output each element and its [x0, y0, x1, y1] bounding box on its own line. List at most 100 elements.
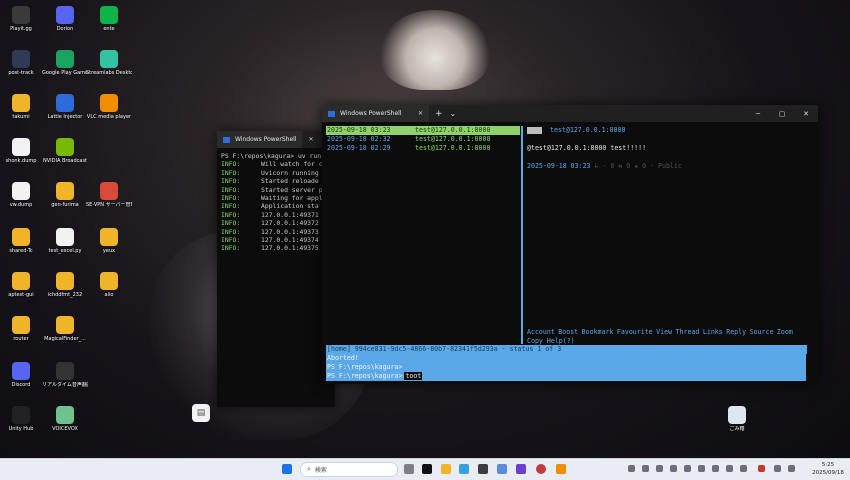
- desktop-icon[interactable]: vw.dump: [0, 182, 44, 208]
- app-taskbar-icon[interactable]: [497, 464, 507, 474]
- desktop-icon[interactable]: Discord: [0, 362, 44, 388]
- search-box[interactable]: ⌕ 検索: [300, 462, 398, 477]
- line-prefix: INFO:: [221, 219, 241, 228]
- close-tab-icon[interactable]: ✕: [418, 110, 423, 117]
- tray-icon[interactable]: [628, 465, 635, 472]
- tray-icon[interactable]: [712, 465, 719, 472]
- desktop-icon[interactable]: SE-VPN サーバー管理 (ツール): [86, 182, 132, 208]
- tab-powershell[interactable]: Windows PowerShell: [217, 131, 303, 148]
- close-button[interactable]: ✕: [794, 105, 818, 122]
- menu-item-links[interactable]: Links: [703, 328, 723, 336]
- command-line[interactable]: PS F:\repos\kagura> toot: [326, 372, 806, 381]
- pane-divider[interactable]: [521, 126, 523, 344]
- desktop-icon[interactable]: Dorion: [42, 6, 88, 32]
- title-bar[interactable]: Windows PowerShell ✕: [217, 131, 335, 148]
- desktop-icon-label: Lattie Injector: [47, 114, 83, 120]
- desktop-icon[interactable]: ごみ箱: [714, 406, 760, 432]
- file-icon: [12, 182, 30, 200]
- desktop-icon[interactable]: yeux: [86, 228, 132, 254]
- menu-item-reply[interactable]: Reply: [726, 328, 746, 336]
- minimize-button[interactable]: ─: [746, 105, 770, 122]
- app-taskbar-icon[interactable]: [516, 464, 526, 474]
- desktop-icon[interactable]: shonk.dump: [0, 138, 44, 164]
- shell-area[interactable]: Aborted! PS F:\repos\kagura> PS F:\repos…: [326, 354, 806, 381]
- desktop-icon[interactable]: VOICEVOX: [42, 406, 88, 432]
- desktop-icon[interactable]: VLC media player: [86, 94, 132, 120]
- desktop-icon[interactable]: NVIDIA Broadcast: [42, 138, 88, 164]
- status-list-item[interactable]: 2025-09-18 02:29 test@127.0.0.1:8000: [326, 144, 520, 153]
- menu-item-zoom[interactable]: Zoom: [777, 328, 793, 336]
- desktop-icon[interactable]: Google Play Games (ベータ): [42, 50, 88, 76]
- tray-icon[interactable]: [656, 465, 663, 472]
- desktop-icon[interactable]: Streamlabs Desktop: [86, 50, 132, 76]
- desktop-icon[interactable]: aptest-gui: [0, 272, 44, 298]
- task-view-icon[interactable]: [404, 464, 414, 474]
- tray-icon[interactable]: [726, 465, 733, 472]
- menu-item-favourite[interactable]: Favourite: [617, 328, 653, 336]
- start-button[interactable]: [282, 464, 292, 474]
- menu-item-boost[interactable]: Boost: [558, 328, 578, 336]
- line-text: uv run: [294, 152, 322, 160]
- terminal-line: INFO: 127.0.0.1:49371: [221, 211, 333, 219]
- tab-powershell[interactable]: Windows PowerShell ✕: [322, 105, 429, 122]
- title-bar[interactable]: Windows PowerShell ✕ + ⌄ ─ ▢ ✕: [322, 105, 818, 122]
- action-menu[interactable]: Account Boost Bookmark Favourite View Thread L…: [527, 328, 796, 337]
- desktop-icon[interactable]: aiio: [86, 272, 132, 298]
- tray-icon[interactable]: [684, 465, 691, 472]
- powershell-window-back[interactable]: Windows PowerShell ✕ PS F:\repos\kagura>…: [217, 131, 335, 407]
- desktop-file[interactable]: ▤: [178, 404, 224, 424]
- status-list-pane[interactable]: 2025-09-18 03:23 test@127.0.0.1:8000 2025-…: [326, 126, 520, 344]
- edge-taskbar-icon[interactable]: [459, 464, 469, 474]
- tray-icon[interactable]: [698, 465, 705, 472]
- status-list-item[interactable]: 2025-09-18 02:32 test@127.0.0.1:8000: [326, 135, 520, 144]
- desktop-icon-label: aptest-gui: [8, 292, 34, 298]
- desktop-icon[interactable]: Unity Hub: [0, 406, 44, 432]
- volume-icon[interactable]: [788, 465, 795, 472]
- menu-item-bookmark[interactable]: Bookmark: [582, 328, 614, 336]
- desktop-icon[interactable]: post-track: [0, 50, 44, 76]
- menu-item-view[interactable]: View: [656, 328, 672, 336]
- new-tab-button[interactable]: +: [435, 109, 443, 119]
- desktop-icon[interactable]: takumi: [0, 94, 44, 120]
- tab-dropdown-button[interactable]: ⌄: [450, 109, 457, 118]
- status-date: 2025-09-18 02:29: [327, 144, 391, 152]
- status-bar: [home] 994ce831-9dc5-4866-80b7-82341f5d2…: [326, 345, 807, 354]
- desktop-icon[interactable]: ichddfmt_232: [42, 272, 88, 298]
- line-text: Started server p: [261, 185, 323, 194]
- desktop-icon-label: Google Play Games (ベータ): [42, 70, 88, 76]
- vlc-taskbar-icon[interactable]: [556, 464, 566, 474]
- app-taskbar-icon[interactable]: [478, 464, 488, 474]
- desktop-icon[interactable]: gen-furima: [42, 182, 88, 208]
- line-text: Started reloade: [261, 177, 319, 186]
- desktop-icon[interactable]: リアルタイム音声翻訳: [42, 362, 88, 388]
- terminal-taskbar-icon[interactable]: [422, 464, 432, 474]
- status-stats: ↳ - 0 ⇆ 0 ★ 0 · Public: [590, 162, 682, 170]
- desktop-icon[interactable]: MagicalFinder_...: [42, 316, 88, 342]
- menu-item-account[interactable]: Account: [527, 328, 555, 336]
- line-prefix: INFO:: [221, 185, 241, 194]
- desktop-icon[interactable]: ente: [86, 6, 132, 32]
- desktop-icon[interactable]: router: [0, 316, 44, 342]
- desktop-icon[interactable]: Lattie Injector: [42, 94, 88, 120]
- menu-item-source[interactable]: Source: [750, 328, 774, 336]
- desktop-icon[interactable]: shared-Tc: [0, 228, 44, 254]
- command-input[interactable]: toot: [404, 372, 423, 380]
- status-detail-pane[interactable]: test@127.0.0.1:8000 @test@127.0.0.1:8000…: [527, 126, 813, 345]
- wifi-icon[interactable]: [774, 465, 781, 472]
- explorer-taskbar-icon[interactable]: [441, 464, 451, 474]
- app-taskbar-icon[interactable]: [536, 464, 546, 474]
- tray-icon[interactable]: [670, 465, 677, 472]
- tray-icon[interactable]: [758, 465, 765, 472]
- tray-icon[interactable]: [740, 465, 747, 472]
- tray-icon[interactable]: [642, 465, 649, 472]
- desktop-icon[interactable]: Playit.gg: [0, 6, 44, 32]
- maximize-button[interactable]: ▢: [770, 105, 794, 122]
- close-tab-icon[interactable]: ✕: [308, 136, 313, 143]
- detail-user[interactable]: test@127.0.0.1:8000: [550, 126, 625, 135]
- status-list-item[interactable]: 2025-09-18 03:23 test@127.0.0.1:8000: [326, 126, 520, 135]
- menu-item-thread[interactable]: Thread: [676, 328, 700, 336]
- powershell-window-front[interactable]: Windows PowerShell ✕ + ⌄ ─ ▢ ✕ 2025-09-1…: [322, 105, 818, 384]
- desktop-icon[interactable]: test_excel.py: [42, 228, 88, 254]
- line-text: 127.0.0.1:49371: [261, 210, 319, 219]
- clock[interactable]: 5:25 2025/09/18: [808, 461, 848, 477]
